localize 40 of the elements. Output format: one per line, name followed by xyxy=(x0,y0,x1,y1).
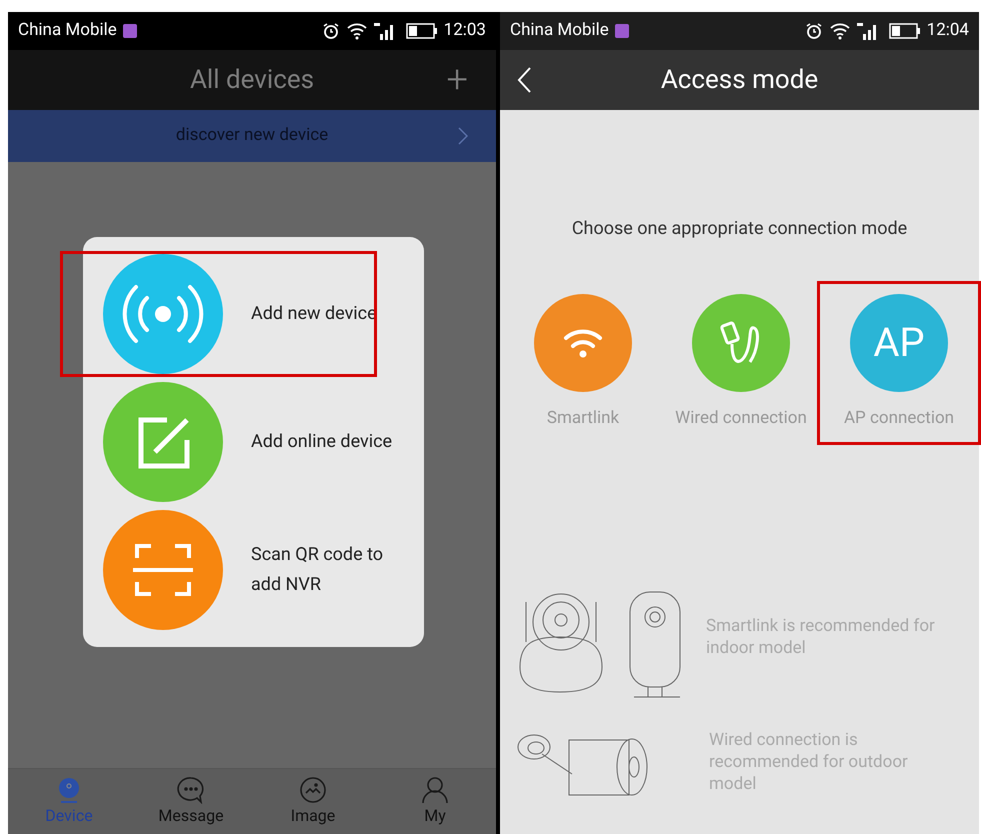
tab-item[interactable]: Image xyxy=(252,769,374,834)
option-label: Add online device xyxy=(251,430,394,454)
banner-text: discover new device xyxy=(176,124,328,148)
clock-time: 12:04 xyxy=(926,19,969,42)
recommendation-text: Smartlink is recommended for indoor model xyxy=(706,614,936,658)
header-title: Access mode xyxy=(660,64,818,96)
tab-item[interactable]: My xyxy=(374,769,496,834)
alarm-icon xyxy=(804,22,823,40)
prompt-text: Choose one appropriate connection mode xyxy=(570,217,908,241)
discover-banner[interactable]: discover new device xyxy=(8,110,496,162)
carrier-name: China Mobile xyxy=(510,19,609,42)
user-icon xyxy=(421,776,449,804)
message-tab-icon xyxy=(177,776,205,804)
back-button[interactable] xyxy=(516,66,532,94)
battery-icon xyxy=(406,23,438,39)
chevron-icon xyxy=(458,127,468,145)
mode-option[interactable]: Wired connection xyxy=(662,284,820,442)
app-notification-icon xyxy=(614,24,629,38)
clock-time: 12:03 xyxy=(444,19,486,42)
ap-mode-icon[interactable]: AP xyxy=(850,294,948,392)
add-button[interactable]: + xyxy=(446,61,468,99)
mode-label: Smartlink xyxy=(546,407,620,430)
wifi-icon xyxy=(828,22,851,40)
image-tab-icon xyxy=(299,776,327,804)
mode-label: Wired connection xyxy=(675,407,807,430)
tab-item[interactable]: Message xyxy=(130,769,252,834)
carrier-name: China Mobile xyxy=(18,19,117,42)
mode-option[interactable]: AP AP connection xyxy=(820,284,978,442)
option-label: Scan QR code to add NVR xyxy=(251,543,384,597)
back-icon xyxy=(516,66,532,94)
wifi-icon xyxy=(346,22,368,40)
mode-option[interactable]: Smartlink xyxy=(504,284,662,442)
battery-icon xyxy=(888,23,921,39)
menu-option[interactable]: Scan QR code to add NVR xyxy=(103,510,424,630)
recommendation-text: Wired connection is recommended for outdoor model xyxy=(709,728,909,794)
mode-label: AP connection xyxy=(844,407,954,430)
menu-option[interactable]: Add online device xyxy=(103,382,424,502)
alarm-icon xyxy=(322,22,340,40)
app-notification-icon xyxy=(122,24,137,38)
header-title: All devices xyxy=(190,64,314,96)
